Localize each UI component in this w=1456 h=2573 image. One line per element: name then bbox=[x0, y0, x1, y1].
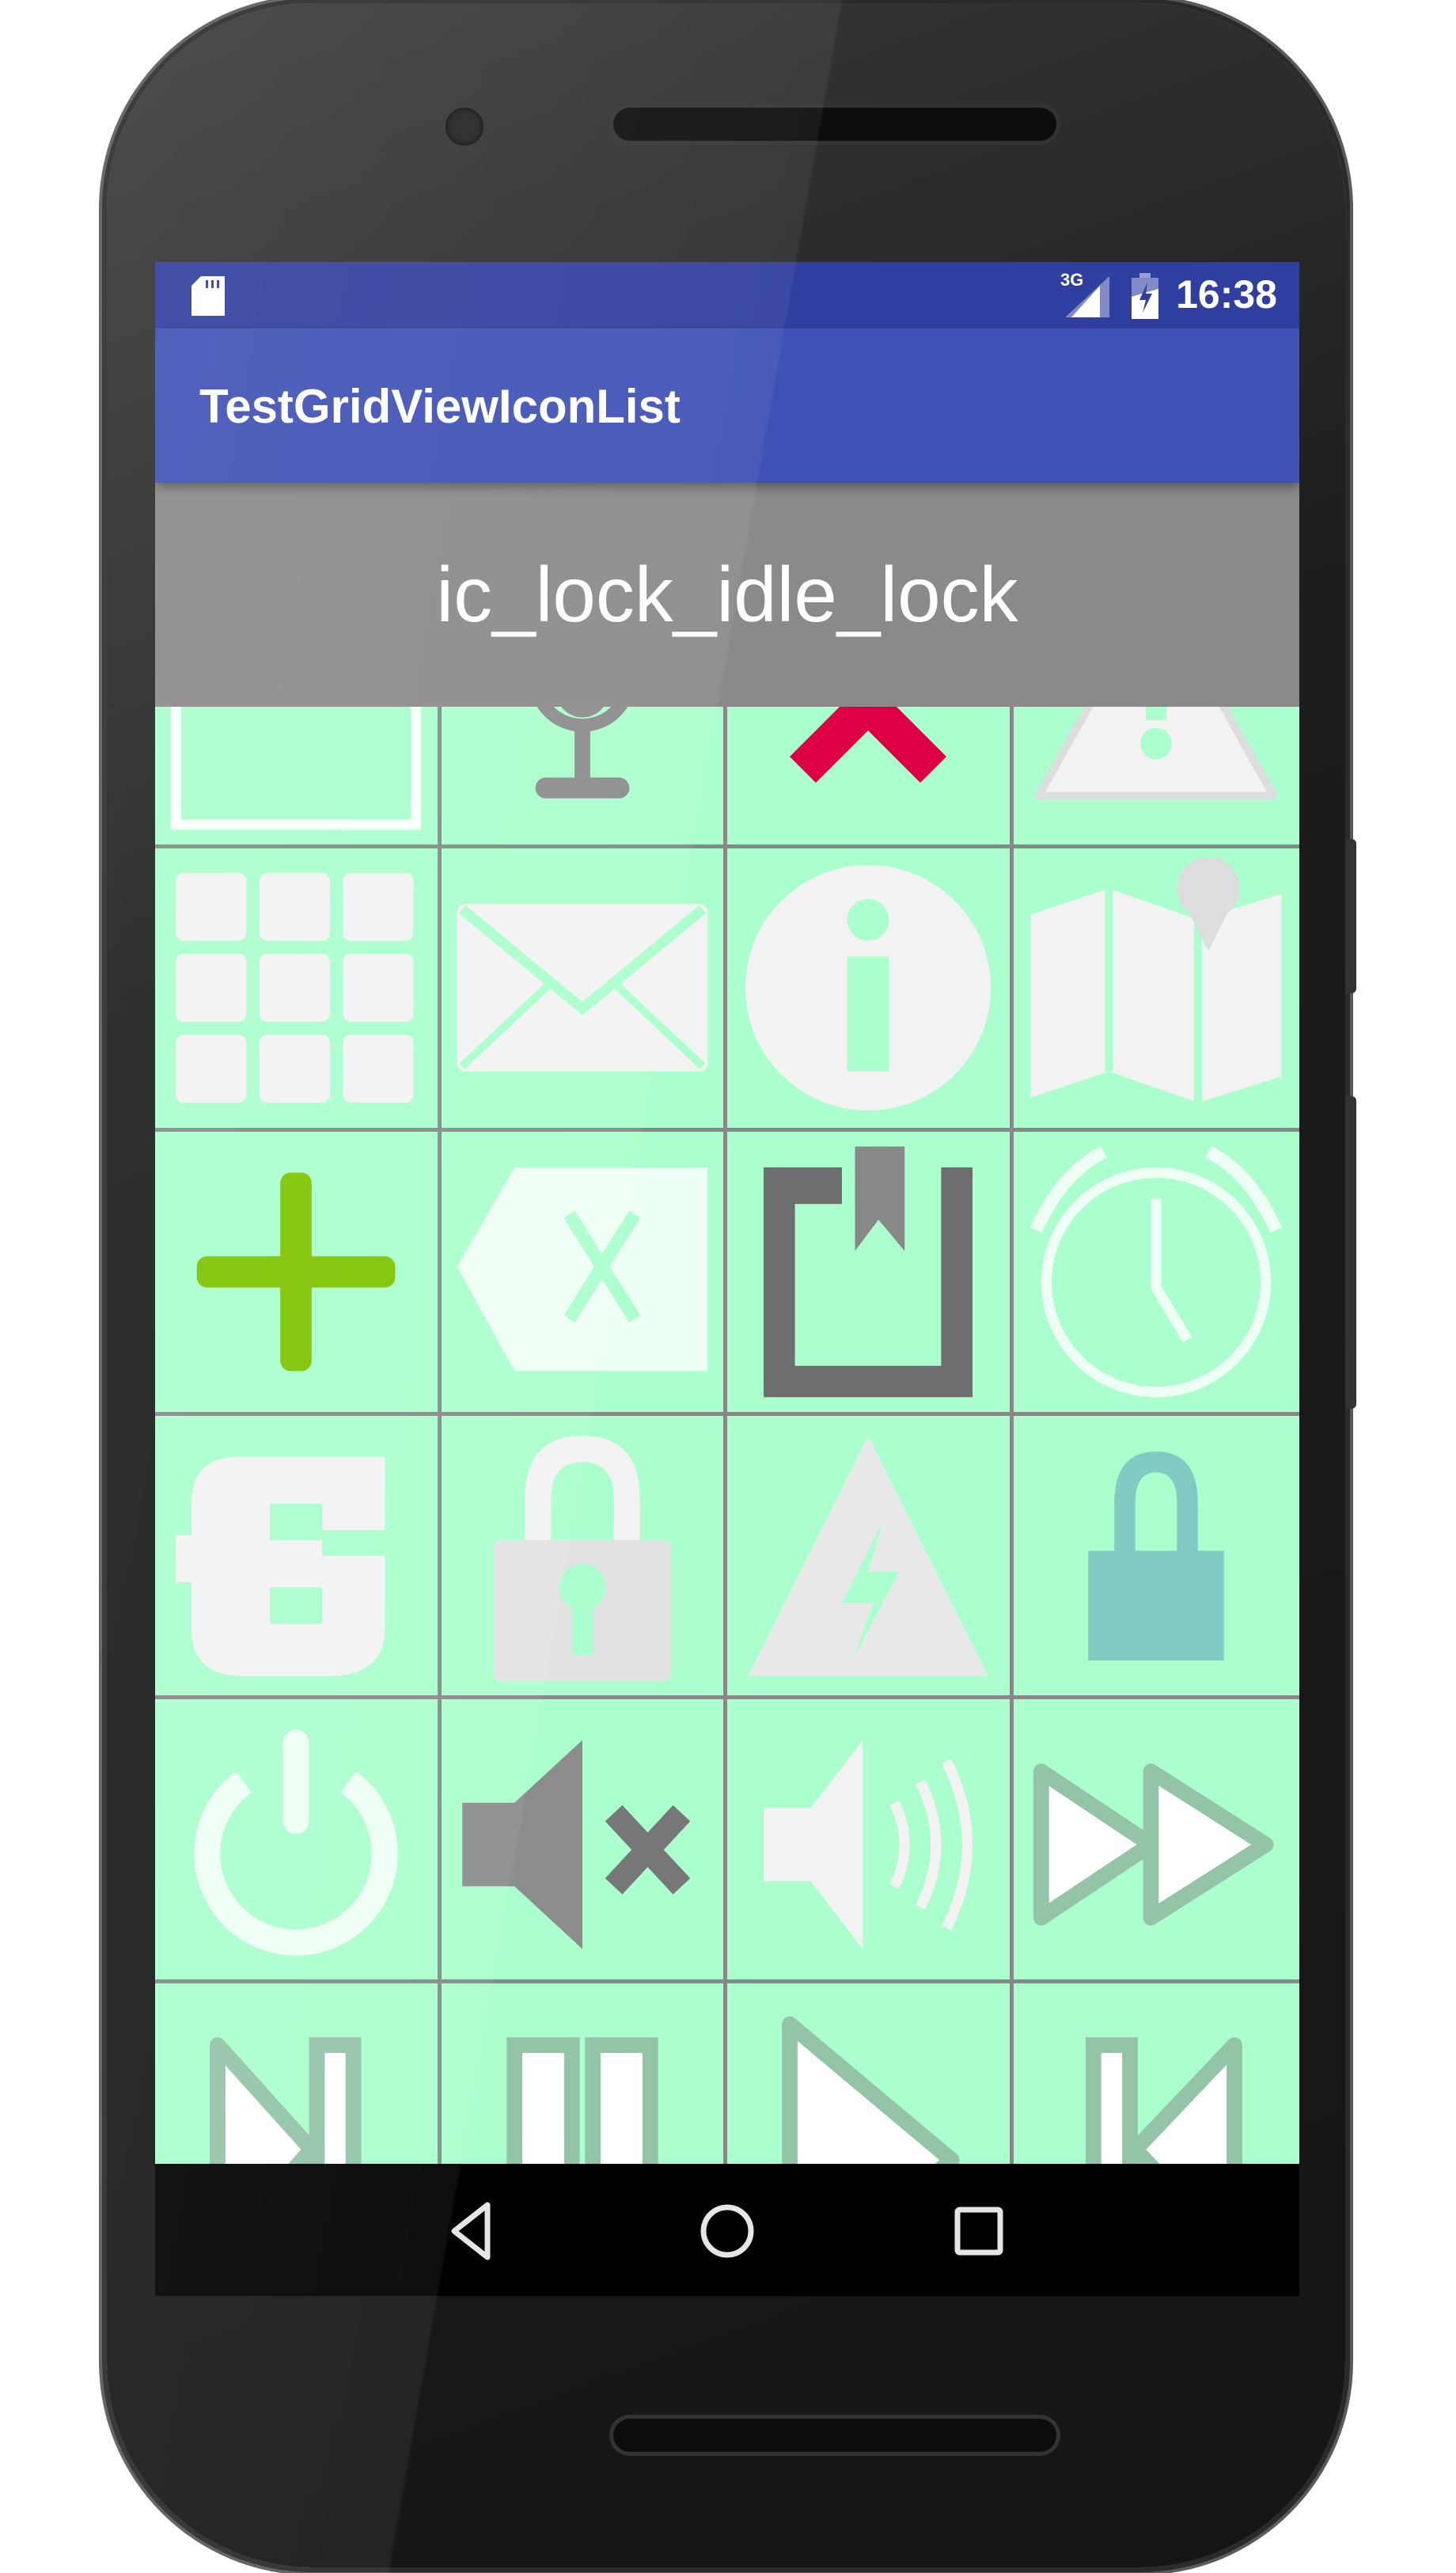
volume-on-icon bbox=[764, 1740, 973, 1949]
skip-next-icon bbox=[210, 2036, 362, 2164]
grid-cell[interactable] bbox=[727, 707, 1010, 844]
lock-idle-icon bbox=[1088, 1451, 1225, 1660]
fast-forward-icon bbox=[1033, 1763, 1274, 1926]
grid-cell[interactable] bbox=[727, 1132, 1010, 1412]
front-camera bbox=[446, 108, 483, 146]
icon-grid[interactable] bbox=[155, 707, 1299, 2164]
email-icon bbox=[457, 904, 708, 1072]
skip-previous-icon bbox=[1086, 2036, 1243, 2164]
grid-cell[interactable] bbox=[155, 848, 438, 1129]
grid-cell[interactable] bbox=[1013, 1983, 1299, 2164]
grid-cell[interactable] bbox=[441, 1983, 723, 2164]
grid-cell[interactable] bbox=[155, 1132, 438, 1412]
power-side-button bbox=[1345, 839, 1356, 993]
grid-cell[interactable] bbox=[441, 848, 723, 1129]
play-icon bbox=[782, 2016, 960, 2164]
plug-icon bbox=[176, 1456, 385, 1676]
warning-icon bbox=[1034, 707, 1278, 800]
backspace-icon bbox=[457, 1167, 708, 1372]
lock-icon bbox=[493, 1435, 671, 1681]
power-icon bbox=[194, 1729, 398, 1956]
status-bar: 3G 16:38 bbox=[155, 262, 1299, 328]
grid-cell[interactable] bbox=[727, 1415, 1010, 1696]
grid-cell[interactable] bbox=[155, 1983, 438, 2164]
earpiece-speaker bbox=[613, 108, 1056, 141]
grid-cell[interactable] bbox=[1013, 707, 1299, 844]
recents-icon[interactable] bbox=[943, 2195, 1014, 2267]
grid-cell[interactable] bbox=[1013, 1132, 1299, 1412]
grid-cell[interactable] bbox=[1013, 1699, 1299, 1979]
grid-cell[interactable] bbox=[1013, 848, 1299, 1129]
grid-cell[interactable] bbox=[155, 1699, 438, 1979]
grid-cell[interactable] bbox=[727, 1699, 1010, 1979]
selected-icon-header: ic_lock_idle_lock bbox=[155, 483, 1299, 707]
bookmark-icon bbox=[764, 1146, 973, 1398]
battery-charging-icon bbox=[1132, 273, 1158, 319]
add-icon bbox=[196, 1172, 396, 1372]
selected-icon-name: ic_lock_idle_lock bbox=[436, 551, 1018, 638]
navigation-bar bbox=[155, 2164, 1299, 2296]
back-icon[interactable] bbox=[440, 2195, 511, 2267]
home-icon[interactable] bbox=[692, 2195, 763, 2267]
grid-cell[interactable] bbox=[441, 707, 723, 844]
screen: 3G 16:38 TestGridViewIconList ic_lock_id… bbox=[155, 262, 1299, 2296]
grid-cell[interactable] bbox=[1013, 1415, 1299, 1696]
app-bar: TestGridViewIconList bbox=[155, 328, 1299, 483]
grid-cell[interactable] bbox=[155, 707, 438, 844]
grid-cell[interactable] bbox=[441, 1132, 723, 1412]
power-warning-icon bbox=[748, 1435, 989, 1676]
square-frame-icon bbox=[170, 707, 422, 830]
app-title: TestGridViewIconList bbox=[199, 380, 681, 433]
volume-side-button bbox=[1345, 1096, 1356, 1409]
dialpad-icon bbox=[176, 873, 414, 1103]
alarm-icon bbox=[1029, 1145, 1283, 1398]
chevron-up-icon bbox=[790, 707, 947, 783]
info-icon bbox=[745, 865, 992, 1111]
pause-icon bbox=[506, 2036, 658, 2164]
signal-3g-icon bbox=[1065, 276, 1109, 317]
grid-cell[interactable] bbox=[155, 1415, 438, 1696]
grid-cell[interactable] bbox=[727, 848, 1010, 1129]
sd-card-icon bbox=[191, 276, 225, 316]
bottom-speaker bbox=[613, 2419, 1056, 2452]
map-icon bbox=[1030, 857, 1282, 1103]
volume-mute-icon bbox=[461, 1740, 691, 1949]
microphone-icon bbox=[535, 707, 630, 799]
clock: 16:38 bbox=[1176, 272, 1277, 317]
grid-cell[interactable] bbox=[441, 1699, 723, 1979]
grid-cell[interactable] bbox=[441, 1415, 723, 1696]
grid-cell[interactable] bbox=[727, 1983, 1010, 2164]
